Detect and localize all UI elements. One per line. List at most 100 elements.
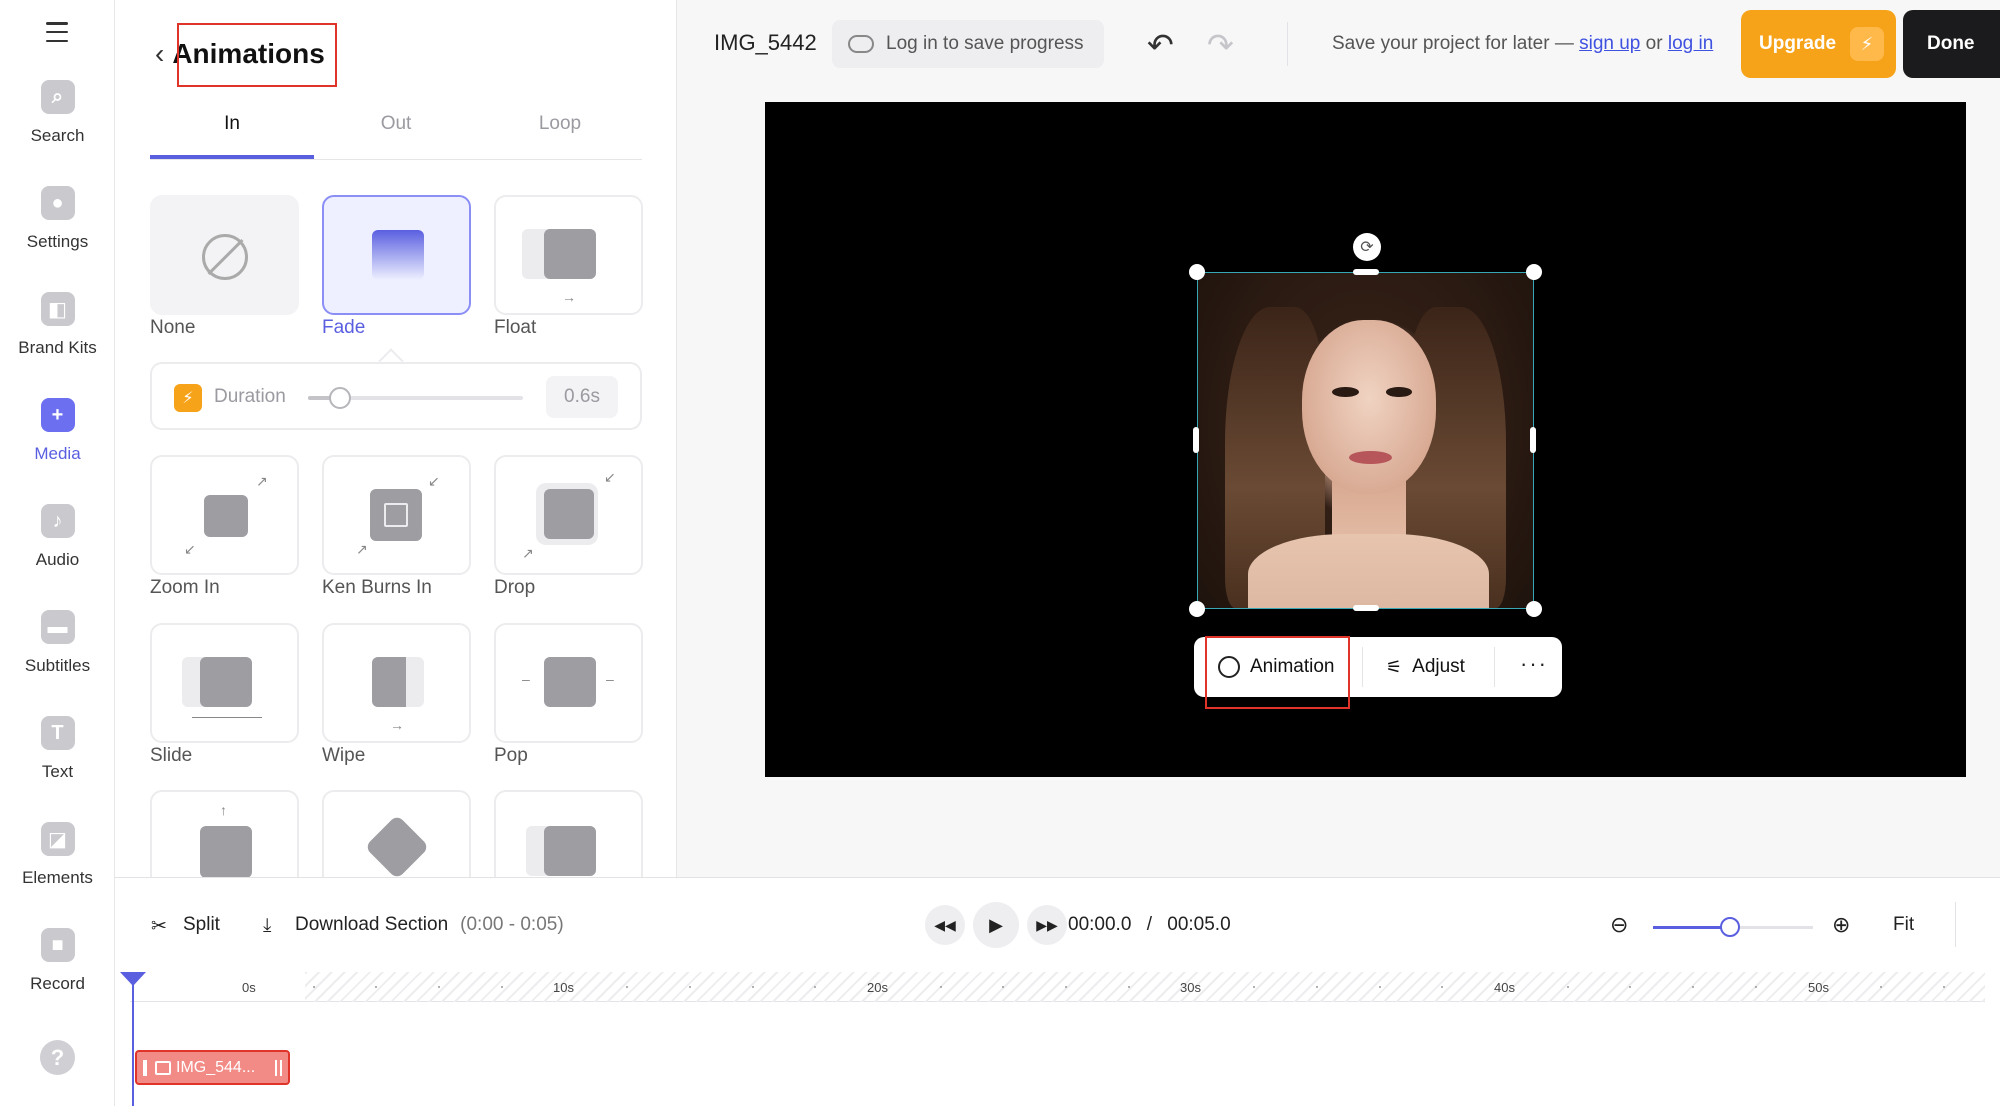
- resize-handle-bottom-right[interactable]: [1526, 601, 1542, 617]
- animation-label: Slide: [150, 745, 193, 766]
- split-button[interactable]: ✂ Split: [151, 914, 220, 937]
- download-range: (0:00 - 0:05): [460, 914, 564, 935]
- chevron-left-icon[interactable]: ‹: [155, 38, 164, 70]
- animation-spin[interactable]: [322, 790, 471, 877]
- login-to-save-label: Log in to save progress: [886, 33, 1084, 54]
- resize-handle-top-right[interactable]: [1526, 264, 1542, 280]
- rail-item-search[interactable]: ⌕ Search: [0, 80, 115, 170]
- animation-zoom-in[interactable]: ↗ ↙: [150, 455, 299, 575]
- upgrade-label: Upgrade: [1759, 33, 1837, 54]
- hamburger-menu-icon[interactable]: [46, 22, 68, 42]
- arrow-down-left-icon: ↙: [428, 473, 440, 489]
- download-section-button[interactable]: ⤓ Download Section (0:00 - 0:05): [263, 914, 564, 936]
- play-icon[interactable]: ▶: [973, 902, 1019, 948]
- arrow-up-right-icon: ↗: [522, 545, 534, 561]
- duration-slider[interactable]: [308, 387, 523, 409]
- rail-item-settings[interactable]: ● Settings: [0, 186, 115, 276]
- animation-ken-burns-in[interactable]: ↙ ↗: [322, 455, 471, 575]
- project-name[interactable]: IMG_5442: [714, 30, 817, 56]
- help-icon[interactable]: ?: [40, 1040, 75, 1075]
- animation-label: None: [150, 317, 196, 338]
- upgrade-button[interactable]: Upgrade ⚡: [1741, 10, 1896, 78]
- animation-rise[interactable]: ↑: [150, 790, 299, 877]
- fit-button[interactable]: Fit: [1893, 914, 1914, 936]
- duration-slider-knob[interactable]: [329, 387, 352, 409]
- rail-item-brand-kits[interactable]: ◧ Brand Kits: [0, 292, 115, 382]
- rewind-icon[interactable]: ◀◀: [925, 905, 965, 945]
- sign-up-link[interactable]: sign up: [1579, 33, 1640, 54]
- undo-icon[interactable]: ↶: [1147, 26, 1174, 64]
- arrow-right-icon: →: [390, 717, 404, 733]
- resize-handle-bottom[interactable]: [1353, 605, 1379, 611]
- arrow-up-icon: ↑: [220, 802, 227, 818]
- animation-label: Ken Burns In: [322, 577, 432, 598]
- done-button[interactable]: Done: [1903, 10, 2000, 78]
- selected-image[interactable]: [1197, 272, 1534, 609]
- tab-in[interactable]: In: [150, 95, 314, 159]
- playback-controls: ◀◀ ▶ ▶▶: [925, 902, 1075, 948]
- login-to-save-button[interactable]: Log in to save progress: [832, 20, 1104, 68]
- tab-out[interactable]: Out: [314, 95, 478, 159]
- gear-icon: ●: [40, 186, 75, 220]
- resize-handle-bottom-left[interactable]: [1189, 601, 1205, 617]
- arrow-down-left-icon: ↙: [184, 541, 196, 557]
- arrow-right-icon: [192, 717, 262, 718]
- resize-handle-top[interactable]: [1353, 269, 1379, 275]
- animation-baseline[interactable]: [494, 790, 643, 877]
- rail-item-text[interactable]: T Text: [0, 716, 115, 806]
- animation-fade[interactable]: [322, 195, 471, 315]
- fast-forward-icon[interactable]: ▶▶: [1027, 905, 1067, 945]
- redo-icon[interactable]: ↷: [1207, 26, 1234, 64]
- animation-label: Wipe: [322, 745, 366, 766]
- resize-handle-top-left[interactable]: [1189, 264, 1205, 280]
- time-ruler[interactable]: 0s 10s 20s 30s 40s 50s: [130, 972, 1985, 1002]
- subtitles-icon: ▬: [40, 610, 75, 644]
- fade-preview-icon: [372, 230, 424, 280]
- animation-pop[interactable]: – –: [494, 623, 643, 743]
- more-options-icon[interactable]: ···: [1520, 651, 1548, 677]
- resize-handle-left[interactable]: [1193, 427, 1199, 453]
- save-message-or: or: [1640, 33, 1668, 54]
- tick-label: 0s: [242, 980, 256, 995]
- text-icon: T: [40, 716, 75, 750]
- zoom-in-icon[interactable]: ⊕: [1832, 912, 1850, 938]
- app-window: ⌕ Search ● Settings ◧ Brand Kits + Media…: [0, 0, 2000, 1106]
- clip-trim-handle-right[interactable]: [275, 1060, 282, 1076]
- divider: [1955, 902, 1956, 947]
- animation-slide[interactable]: [150, 623, 299, 743]
- rail-label: Elements: [22, 868, 93, 887]
- tick-dot: [312, 986, 315, 988]
- rotate-icon[interactable]: ⟳: [1353, 233, 1381, 261]
- pop-preview-icon: [544, 657, 596, 707]
- tick-label: 50s: [1808, 980, 1829, 995]
- animation-float[interactable]: →: [494, 195, 643, 315]
- burst-lines-icon: –: [606, 671, 614, 687]
- rail-label: Subtitles: [24, 656, 91, 675]
- animation-none[interactable]: [150, 195, 299, 315]
- tab-loop[interactable]: Loop: [478, 95, 642, 159]
- save-message: Save your project for later — sign up or…: [1332, 33, 1713, 55]
- adjust-button-label: Adjust: [1412, 656, 1465, 677]
- adjust-button[interactable]: ⚟ Adjust: [1386, 637, 1465, 697]
- resize-handle-right[interactable]: [1530, 427, 1536, 453]
- zoom-out-icon[interactable]: ⊖: [1610, 912, 1628, 938]
- duration-value[interactable]: 0.6s: [546, 376, 618, 418]
- rail-item-record[interactable]: ■ Record: [0, 928, 115, 1018]
- top-bar: IMG_5442 Log in to save progress ↶ ↷ Sav…: [677, 0, 2000, 88]
- rail-item-audio[interactable]: ♪ Audio: [0, 504, 115, 594]
- animation-drop[interactable]: ↙ ↗: [494, 455, 643, 575]
- rail-item-media[interactable]: + Media: [0, 398, 115, 488]
- elements-icon: ◪: [40, 822, 75, 856]
- rail-label: Text: [41, 762, 74, 781]
- rail-item-subtitles[interactable]: ▬ Subtitles: [0, 610, 115, 700]
- animation-wipe[interactable]: →: [322, 623, 471, 743]
- lightning-icon: ⚡: [1850, 27, 1884, 61]
- time-separator: /: [1146, 914, 1152, 935]
- clip-trim-handle-left[interactable]: [143, 1059, 147, 1076]
- log-in-link[interactable]: log in: [1668, 33, 1713, 54]
- zoom-slider-knob[interactable]: [1719, 917, 1740, 937]
- timeline-clip[interactable]: IMG_544...: [135, 1050, 290, 1085]
- ken-burns-preview-icon: [370, 489, 422, 541]
- rail-item-elements[interactable]: ◪ Elements: [0, 822, 115, 912]
- arrow-up-right-icon: ↗: [356, 541, 368, 557]
